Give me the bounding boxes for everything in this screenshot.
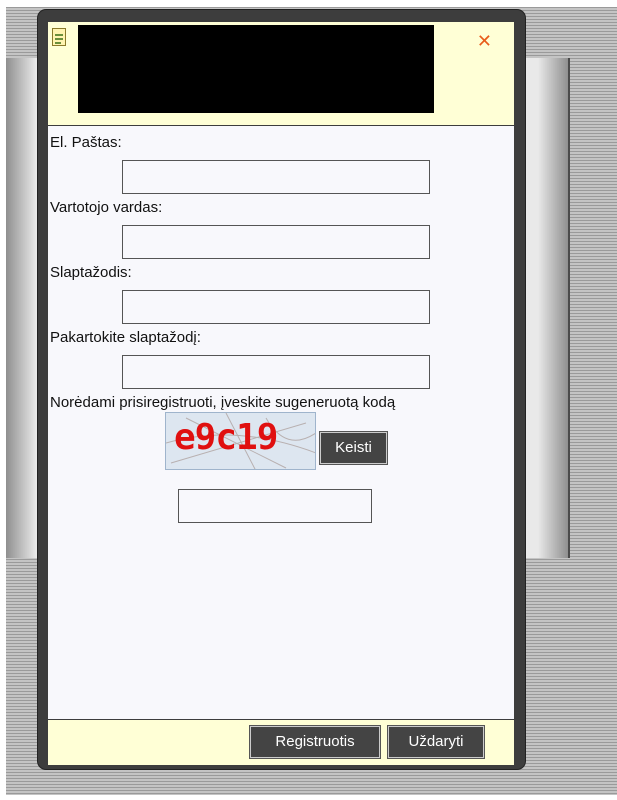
captcha-image: e9c19 [165, 412, 316, 470]
username-label: Vartotojo vardas: [50, 199, 163, 216]
change-captcha-button[interactable]: Keisti [320, 432, 387, 464]
email-label: El. Paštas: [50, 134, 122, 151]
register-button[interactable]: Registruotis [250, 726, 380, 758]
captcha-prompt: Norėdami prisiregistruoti, įveskite suge… [50, 394, 396, 411]
registration-dialog: ✕ El. Paštas: Vartotojo vardas: Slaptažo… [38, 10, 525, 769]
repeat-password-label: Pakartokite slaptažodį: [50, 329, 201, 346]
redacted-title [78, 25, 434, 113]
close-button[interactable]: Uždaryti [388, 726, 484, 758]
captcha-code: e9c19 [174, 417, 278, 458]
password-field[interactable] [122, 290, 430, 324]
username-field[interactable] [122, 225, 430, 259]
dialog-body: El. Paštas: Vartotojo vardas: Slaptažodi… [48, 126, 514, 719]
close-icon[interactable]: ✕ [477, 33, 492, 51]
repeat-password-field[interactable] [122, 355, 430, 389]
captcha-input[interactable] [178, 489, 372, 523]
dialog-footer: Registruotis Uždaryti [48, 720, 514, 765]
password-label: Slaptažodis: [50, 264, 132, 281]
dialog-titlebar: ✕ [48, 22, 514, 125]
note-icon [52, 28, 66, 46]
email-field[interactable] [122, 160, 430, 194]
